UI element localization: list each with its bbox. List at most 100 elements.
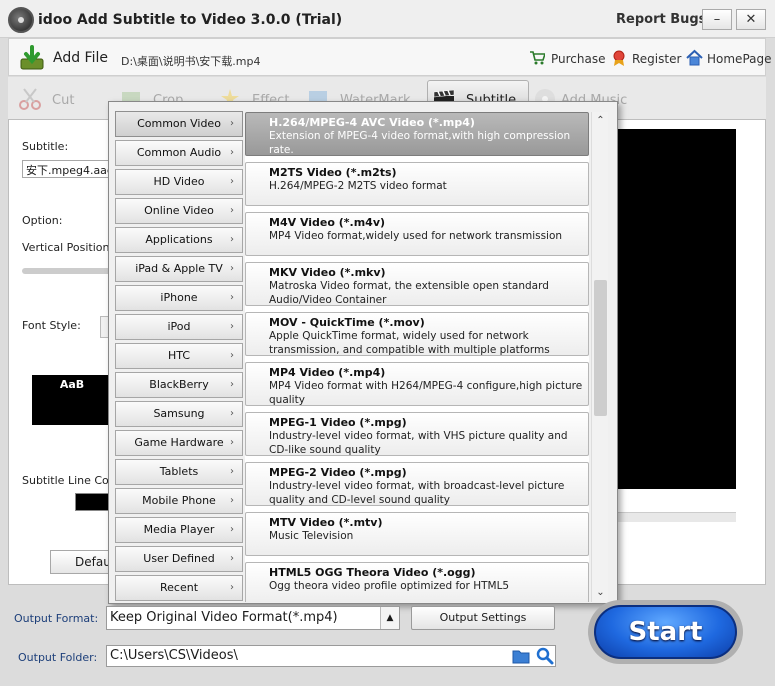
report-bugs-link[interactable]: Report Bugs: [616, 12, 706, 27]
chevron-right-icon: ›: [230, 292, 234, 303]
category-ipod[interactable]: iPod ›: [115, 314, 243, 340]
category-label: HD Video: [153, 175, 205, 188]
format-title: MKV Video (*.mkv): [269, 266, 386, 279]
top-toolbar: Add File D:\桌面\说明书\安下载.mp4 Purchase Regi…: [8, 38, 772, 76]
category-iphone[interactable]: iPhone ›: [115, 285, 243, 311]
format-title: H.264/MPEG-4 AVC Video (*.mp4): [269, 116, 475, 129]
category-label: Common Video: [137, 117, 221, 130]
category-label: iPad & Apple TV: [135, 262, 223, 275]
chevron-right-icon: ›: [230, 553, 234, 564]
format-description: Ogg theora video profile optimized for H…: [269, 580, 510, 592]
minimize-button[interactable]: –: [702, 9, 732, 30]
subtitle-label: Subtitle:: [22, 140, 69, 153]
tab-cut[interactable]: Cut: [18, 83, 98, 117]
format-item-mtv[interactable]: MTV Video (*.mtv) Music Television: [245, 512, 589, 556]
current-file-path: D:\桌面\说明书\安下载.mp4: [121, 55, 261, 68]
start-button[interactable]: Start: [594, 605, 737, 659]
category-recent[interactable]: Recent ›: [115, 575, 243, 601]
category-label: BlackBerry: [149, 378, 209, 391]
subtitle-file-field[interactable]: 安下.mpeg4.aac: [22, 160, 112, 178]
category-label: Mobile Phone: [142, 494, 216, 507]
category-htc[interactable]: HTC ›: [115, 343, 243, 369]
category-samsung[interactable]: Samsung ›: [115, 401, 243, 427]
format-title: M4V Video (*.m4v): [269, 216, 386, 229]
category-mobile-phone[interactable]: Mobile Phone ›: [115, 488, 243, 514]
output-folder-field[interactable]: C:\Users\CS\Videos\: [106, 645, 556, 667]
format-picker-popup: Common Video › Common Audio › HD Video › On…: [108, 101, 618, 604]
category-label: Tablets: [159, 465, 199, 478]
format-item-mpeg1[interactable]: MPEG-1 Video (*.mpg) Industry-level vide…: [245, 412, 589, 456]
output-settings-button[interactable]: Output Settings: [411, 606, 555, 630]
dropdown-arrow-icon[interactable]: ▲: [380, 607, 399, 629]
search-icon[interactable]: [536, 647, 554, 665]
scroll-up-icon[interactable]: ⌃: [592, 112, 609, 130]
format-item-h264-mp4[interactable]: H.264/MPEG-4 AVC Video (*.mp4) Extension…: [245, 112, 589, 156]
format-title: MP4 Video (*.mp4): [269, 366, 386, 379]
category-label: Media Player: [143, 523, 215, 536]
output-format-select[interactable]: Keep Original Video Format(*.mp4): [106, 606, 400, 630]
category-online-video[interactable]: Online Video ›: [115, 198, 243, 224]
preview-progress-bar[interactable]: [614, 512, 736, 522]
format-title: HTML5 OGG Theora Video (*.ogg): [269, 566, 476, 579]
category-hd-video[interactable]: HD Video ›: [115, 169, 243, 195]
purchase-link[interactable]: Purchase: [551, 52, 606, 66]
format-description: H.264/MPEG-2 M2TS video format: [269, 180, 447, 192]
add-file-button[interactable]: Add File: [53, 50, 108, 66]
category-label: Game Hardware: [134, 436, 224, 449]
app-title: idoo Add Subtitle to Video 3.0.0 (Trial): [38, 12, 343, 28]
category-label: Common Audio: [136, 146, 222, 159]
format-title: MPEG-1 Video (*.mpg): [269, 416, 407, 429]
home-icon: [686, 49, 703, 66]
default-button[interactable]: Default: [50, 550, 119, 574]
chevron-right-icon: ›: [230, 321, 234, 332]
homepage-link[interactable]: HomePage: [707, 52, 772, 66]
format-description: MP4 Video format with H264/MPEG-4 config…: [269, 380, 583, 406]
scroll-thumb[interactable]: [594, 280, 607, 416]
category-applications[interactable]: Applications ›: [115, 227, 243, 253]
line-color-swatch[interactable]: [75, 493, 112, 511]
close-button[interactable]: ✕: [736, 9, 766, 30]
category-common-video[interactable]: Common Video ›: [115, 111, 243, 137]
chevron-right-icon: ›: [230, 234, 234, 245]
format-item-mp4[interactable]: MP4 Video (*.mp4) MP4 Video format with …: [245, 362, 589, 406]
format-list: H.264/MPEG-4 AVC Video (*.mp4) Extension…: [245, 112, 589, 602]
format-title: MPEG-2 Video (*.mpg): [269, 466, 407, 479]
category-tablets[interactable]: Tablets ›: [115, 459, 243, 485]
format-description: Industry-level video format, with broadc…: [269, 480, 565, 506]
format-item-mov[interactable]: MOV - QuickTime (*.mov) Apple QuickTime …: [245, 312, 589, 356]
format-description: Industry-level video format, with VHS pi…: [269, 430, 568, 456]
format-item-ogg[interactable]: HTML5 OGG Theora Video (*.ogg) Ogg theor…: [245, 562, 589, 602]
vertical-position-label: Vertical Position:: [22, 241, 114, 254]
app-logo-icon: [8, 7, 34, 33]
format-list-scrollbar[interactable]: ⌃ ⌄: [591, 112, 608, 602]
format-item-mpeg2[interactable]: MPEG-2 Video (*.mpg) Industry-level vide…: [245, 462, 589, 506]
chevron-right-icon: ›: [230, 350, 234, 361]
video-preview: [614, 129, 736, 489]
output-folder-label: Output Folder:: [18, 651, 98, 664]
folder-icon[interactable]: [512, 648, 530, 664]
font-style-label: Font Style:: [22, 319, 81, 332]
format-item-mkv[interactable]: MKV Video (*.mkv) Matroska Video format,…: [245, 262, 589, 306]
category-user-defined[interactable]: User Defined ›: [115, 546, 243, 572]
category-media-player[interactable]: Media Player ›: [115, 517, 243, 543]
category-label: Recent: [159, 581, 199, 594]
category-ipad-apple-tv[interactable]: iPad & Apple TV ›: [115, 256, 243, 282]
scroll-down-icon[interactable]: ⌄: [592, 584, 609, 602]
chevron-right-icon: ›: [230, 495, 234, 506]
register-link[interactable]: Register: [632, 52, 681, 66]
category-label: iPhone: [160, 291, 198, 304]
vertical-position-slider[interactable]: [22, 268, 112, 274]
format-item-m4v[interactable]: M4V Video (*.m4v) MP4 Video format,widel…: [245, 212, 589, 256]
category-label: Applications: [145, 233, 213, 246]
output-format-label: Output Format:: [14, 612, 99, 625]
format-title: MOV - QuickTime (*.mov): [269, 316, 425, 329]
category-common-audio[interactable]: Common Audio ›: [115, 140, 243, 166]
register-ribbon-icon: [613, 50, 625, 66]
format-description: MP4 Video format,widely used for network…: [269, 230, 563, 242]
font-sample-preview: AaB: [32, 375, 112, 425]
format-item-m2ts[interactable]: M2TS Video (*.m2ts) H.264/MPEG-2 M2TS vi…: [245, 162, 589, 206]
category-blackberry[interactable]: BlackBerry ›: [115, 372, 243, 398]
category-game-hardware[interactable]: Game Hardware ›: [115, 430, 243, 456]
chevron-right-icon: ›: [230, 176, 234, 187]
add-file-icon[interactable]: [19, 45, 45, 71]
